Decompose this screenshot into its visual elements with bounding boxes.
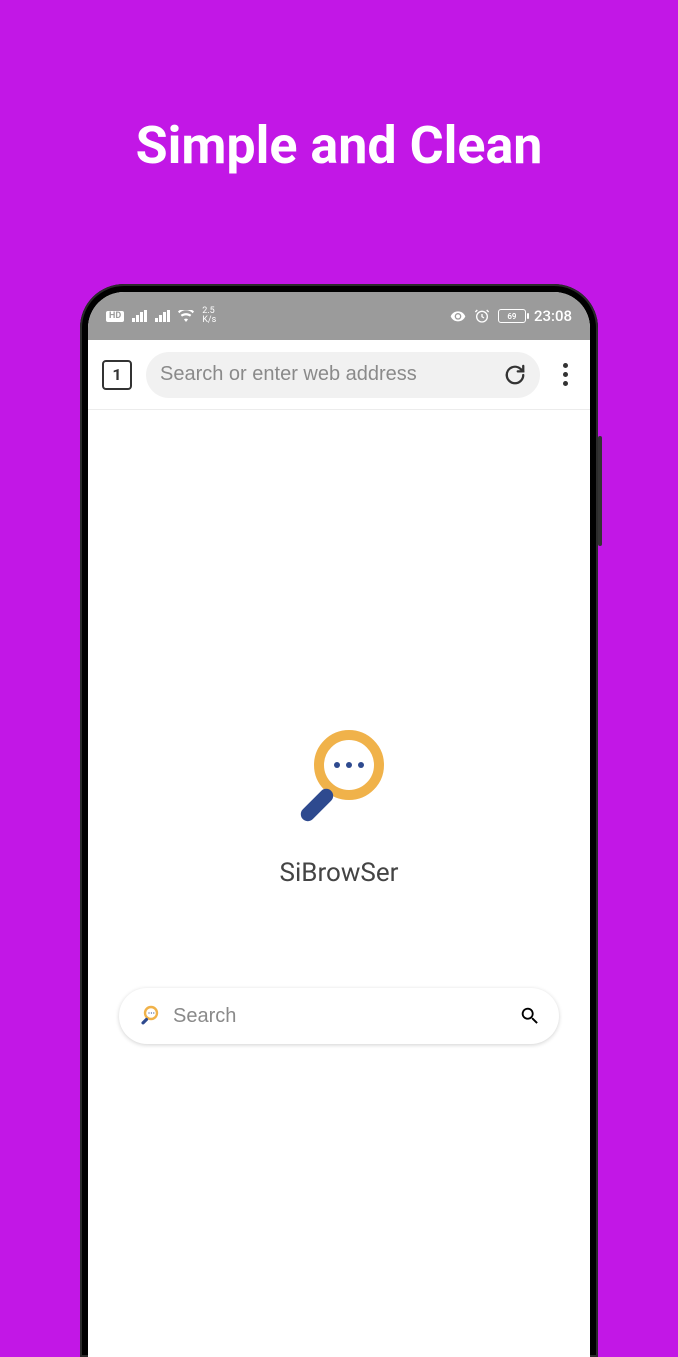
status-left: HD 2.5K/s bbox=[106, 307, 216, 325]
dot-icon bbox=[563, 363, 568, 368]
battery-icon: 69 bbox=[498, 309, 526, 323]
refresh-icon[interactable] bbox=[504, 364, 526, 386]
alarm-icon bbox=[474, 308, 490, 324]
eye-icon bbox=[450, 308, 466, 324]
wifi-icon bbox=[178, 310, 194, 322]
phone-frame: HD 2.5K/s 69 23:08 1 bbox=[80, 284, 598, 1357]
dot-icon bbox=[563, 372, 568, 377]
address-input[interactable] bbox=[160, 363, 494, 386]
app-name: SiBrowSer bbox=[280, 858, 399, 888]
network-speed: 2.5K/s bbox=[202, 307, 216, 325]
menu-button[interactable] bbox=[554, 363, 576, 386]
dot-icon bbox=[563, 381, 568, 386]
search-input[interactable] bbox=[173, 1005, 507, 1028]
phone-side-button bbox=[598, 436, 602, 546]
promo-title: Simple and Clean bbox=[0, 0, 678, 176]
search-box[interactable] bbox=[119, 988, 559, 1044]
search-logo-icon bbox=[137, 1004, 161, 1028]
signal-icon-2 bbox=[155, 310, 170, 322]
address-bar[interactable] bbox=[146, 352, 540, 398]
tab-switcher-button[interactable]: 1 bbox=[102, 360, 132, 390]
phone-screen: HD 2.5K/s 69 23:08 1 bbox=[88, 292, 590, 1357]
clock: 23:08 bbox=[534, 307, 572, 325]
status-right: 69 23:08 bbox=[450, 307, 572, 325]
browser-toolbar: 1 bbox=[88, 340, 590, 410]
signal-icon bbox=[132, 310, 147, 322]
status-bar: HD 2.5K/s 69 23:08 bbox=[88, 292, 590, 340]
hd-badge: HD bbox=[106, 311, 124, 322]
browser-content: SiBrowSer bbox=[88, 410, 590, 1357]
app-logo bbox=[279, 720, 399, 840]
search-icon[interactable] bbox=[519, 1005, 541, 1027]
